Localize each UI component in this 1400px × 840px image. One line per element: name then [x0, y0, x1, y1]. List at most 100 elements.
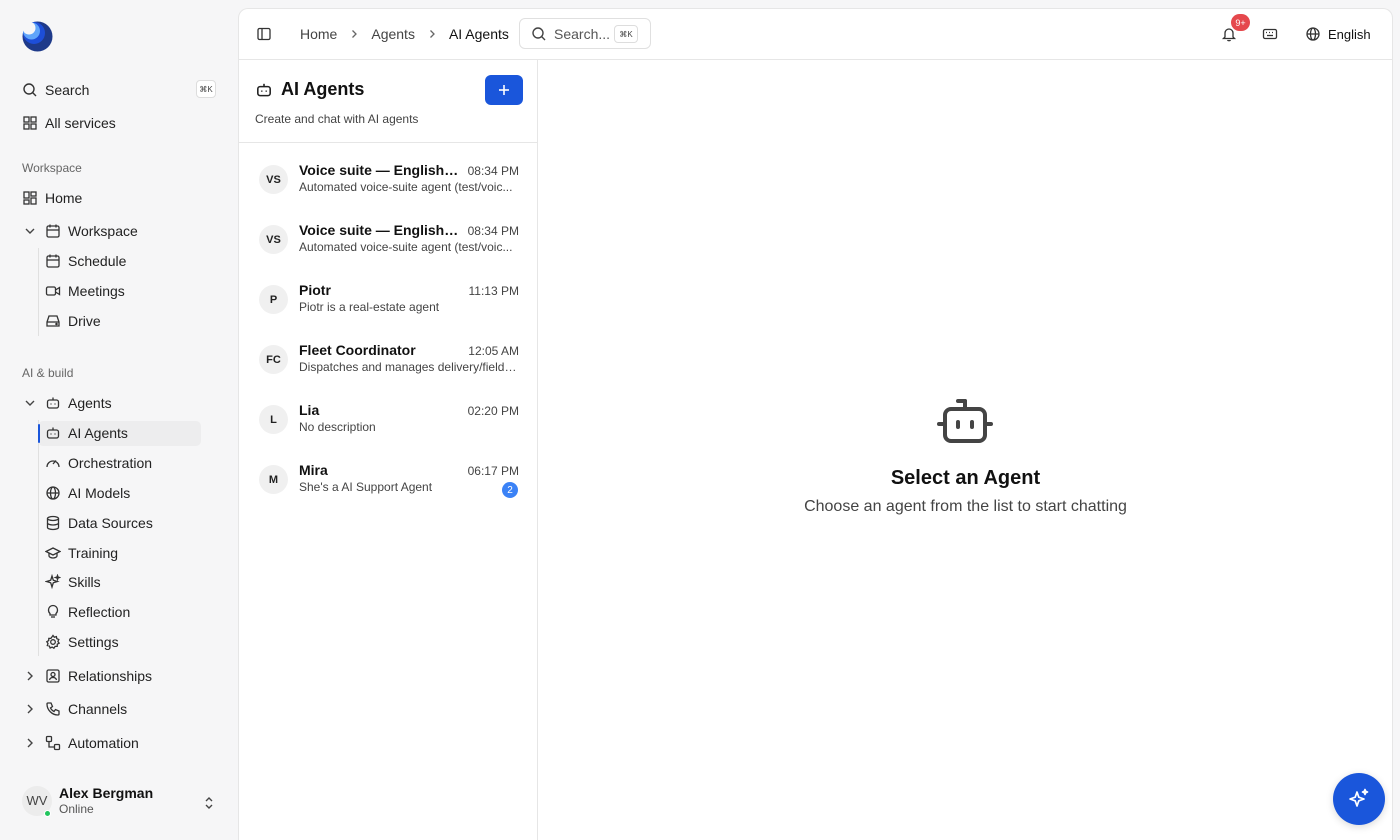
- sidebar-item-label: All services: [45, 115, 116, 131]
- language-selector[interactable]: English: [1305, 26, 1371, 42]
- grid-icon: [22, 115, 38, 131]
- breadcrumb-home[interactable]: Home: [300, 26, 337, 42]
- sidebar-group-agents[interactable]: Agents: [22, 391, 112, 415]
- ai-assistant-button[interactable]: [1333, 773, 1385, 825]
- sidebar-item-ai-models[interactable]: AI Models: [45, 482, 130, 504]
- main-panel: Home Agents AI Agents Search... ⌘K 9+ En…: [238, 8, 1393, 840]
- database-icon: [45, 515, 61, 531]
- search-placeholder: Search...: [554, 25, 611, 42]
- plus-icon: [497, 83, 511, 97]
- chevron-right-icon: [348, 28, 360, 40]
- sidebar-item-reflection[interactable]: Reflection: [45, 601, 130, 623]
- sidebar-item-all-services[interactable]: All services: [22, 111, 116, 135]
- sidebar: Search ⌘K All services Workspace Home Wo…: [0, 0, 238, 840]
- drive-icon: [45, 313, 61, 329]
- language-label: English: [1328, 26, 1371, 42]
- search-shortcut-badge: ⌘K: [614, 25, 638, 43]
- agent-time: 08:34 PM: [467, 224, 519, 238]
- unread-count-badge: 2: [502, 482, 518, 498]
- sidebar-item-training[interactable]: Training: [45, 542, 118, 564]
- sidebar-item-orchestration[interactable]: Orchestration: [45, 452, 152, 474]
- search-icon: [531, 26, 547, 42]
- agents-list-header: AI Agents Create and chat with AI agents: [239, 60, 537, 143]
- agent-list-item[interactable]: M Mira 06:17 PM She's a AI Support Agent…: [239, 454, 538, 514]
- globe-icon: [1305, 26, 1321, 42]
- sidebar-group-automation[interactable]: Automation: [22, 731, 139, 755]
- user-status: Online: [59, 802, 94, 816]
- chevron-down-icon: [22, 223, 38, 239]
- chevrons-up-down-icon[interactable]: [202, 795, 216, 811]
- section-label-ai-build: AI & build: [22, 366, 74, 380]
- sidebar-item-label: Training: [68, 545, 119, 561]
- chevron-right-icon: [426, 28, 438, 40]
- sidebar-item-skills[interactable]: Skills: [45, 571, 101, 593]
- avatar: WV: [22, 785, 52, 817]
- bot-icon: [936, 397, 994, 447]
- agent-list-item[interactable]: L Lia 02:20 PM No description: [239, 394, 538, 454]
- sidebar-item-label: Schedule: [68, 253, 127, 269]
- phone-icon: [45, 701, 61, 717]
- lightbulb-icon: [45, 604, 61, 620]
- agent-description: Dispatches and manages delivery/field ..…: [299, 360, 517, 374]
- gauge-icon: [45, 455, 61, 471]
- sidebar-group-workspace[interactable]: Workspace: [22, 219, 138, 243]
- dashboard-icon: [22, 190, 38, 206]
- add-agent-button[interactable]: [485, 75, 523, 105]
- video-icon: [45, 283, 61, 299]
- sidebar-item-ai-agents[interactable]: AI Agents: [45, 422, 128, 444]
- app-logo[interactable]: [22, 21, 53, 52]
- page-title-text: AI Agents: [281, 79, 365, 99]
- user-name: Alex Bergman: [59, 785, 154, 801]
- agent-list-item[interactable]: VS Voice suite — English o... 08:34 PM A…: [239, 214, 538, 274]
- agent-name: Voice suite — English o...: [299, 222, 462, 238]
- breadcrumb: Home Agents AI Agents: [300, 26, 509, 42]
- agent-avatar: VS: [259, 165, 288, 194]
- chevron-down-icon: [22, 395, 38, 411]
- sidebar-item-label: Data Sources: [68, 515, 153, 531]
- agent-description: She's a AI Support Agent: [299, 480, 433, 494]
- agent-name: Piotr: [299, 282, 331, 298]
- sidebar-item-label: AI Agents: [68, 425, 128, 441]
- tree-line: [38, 248, 39, 336]
- agent-name: Voice suite — English +...: [299, 162, 462, 178]
- agent-list-item[interactable]: VS Voice suite — English +... 08:34 PM A…: [239, 154, 538, 214]
- agent-list-item[interactable]: FC Fleet Coordinator 12:05 AM Dispatches…: [239, 334, 538, 394]
- global-search-input[interactable]: Search... ⌘K: [519, 18, 651, 49]
- empty-state-subtitle: Choose an agent from the list to start c…: [804, 498, 1127, 515]
- breadcrumb-current: AI Agents: [448, 26, 509, 42]
- sidebar-item-schedule[interactable]: Schedule: [45, 250, 126, 272]
- sidebar-group-channels[interactable]: Channels: [22, 697, 127, 721]
- sidebar-item-label: Reflection: [68, 604, 131, 620]
- chevron-right-icon: [22, 668, 38, 684]
- empty-state-title: Select an Agent: [890, 467, 1041, 489]
- sidebar-item-drive[interactable]: Drive: [45, 310, 101, 332]
- sidebar-item-label: AI Models: [68, 485, 131, 501]
- sidebar-group-relationships[interactable]: Relationships: [22, 664, 152, 688]
- sidebar-group-label: Workspace: [68, 223, 138, 239]
- user-profile[interactable]: WV Alex Bergman Online: [22, 785, 154, 817]
- online-status-dot: [44, 809, 51, 817]
- breadcrumb-agents[interactable]: Agents: [371, 26, 415, 42]
- agent-avatar: FC: [259, 345, 288, 374]
- topbar: Home Agents AI Agents Search... ⌘K 9+ En…: [239, 9, 1392, 60]
- sidebar-search[interactable]: Search: [22, 78, 89, 102]
- keyboard-icon[interactable]: [1262, 26, 1278, 42]
- agent-avatar: M: [259, 465, 288, 494]
- sidebar-item-data-sources[interactable]: Data Sources: [45, 512, 153, 534]
- agent-list-item[interactable]: P Piotr 11:13 PM Piotr is a real-estate …: [239, 274, 538, 334]
- bot-icon: [45, 395, 61, 411]
- notification-badge: 9+: [1231, 14, 1250, 31]
- contact-icon: [45, 668, 61, 684]
- sidebar-item-settings[interactable]: Settings: [45, 631, 119, 653]
- calendar-icon: [45, 223, 61, 239]
- sidebar-search-label: Search: [45, 82, 90, 98]
- agent-description: Automated voice-suite agent (test/voic..…: [299, 240, 513, 254]
- agent-description: No description: [299, 420, 376, 434]
- sidebar-toggle-icon[interactable]: [256, 26, 272, 42]
- agent-time: 08:34 PM: [467, 164, 519, 178]
- agent-time: 12:05 AM: [468, 344, 519, 358]
- sidebar-item-home[interactable]: Home: [22, 186, 82, 210]
- agent-time: 02:20 PM: [467, 404, 519, 418]
- sidebar-item-meetings[interactable]: Meetings: [45, 280, 125, 302]
- tree-line: [38, 420, 39, 656]
